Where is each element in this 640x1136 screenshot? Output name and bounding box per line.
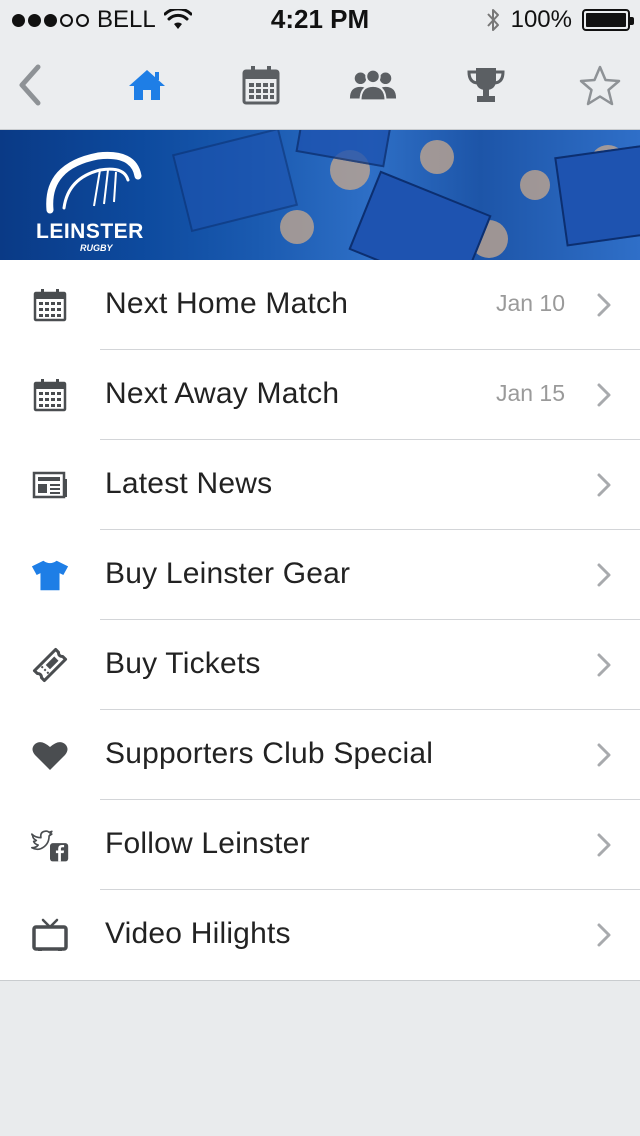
logo-text: LEINSTER — [36, 220, 144, 243]
group-icon — [349, 68, 397, 102]
chevron-right-icon — [597, 563, 611, 587]
back-button[interactable] — [4, 60, 54, 110]
nav-favorites-button[interactable] — [575, 60, 625, 110]
calendar-icon — [30, 377, 70, 413]
battery-percent: 100% — [510, 6, 572, 33]
menu-item-next-away-match[interactable]: Next Away Match Jan 15 — [0, 350, 640, 440]
menu-item-label: Buy Leinster Gear — [105, 557, 351, 590]
menu-item-label: Buy Tickets — [105, 647, 261, 680]
chevron-right-icon — [597, 833, 611, 857]
star-icon — [579, 65, 621, 106]
chevron-right-icon — [597, 293, 611, 317]
leinster-harp-icon — [46, 151, 142, 214]
ticket-icon — [30, 647, 70, 683]
calendar-icon — [242, 66, 280, 105]
menu-item-label: Video Hilights — [105, 917, 291, 950]
leinster-logo: LEINSTER RUGBY — [30, 148, 150, 253]
home-icon — [129, 70, 165, 100]
hero-banner: LEINSTER RUGBY — [0, 130, 640, 260]
menu-item-buy-leinster-gear[interactable]: Buy Leinster Gear — [0, 530, 640, 620]
chevron-right-icon — [597, 383, 611, 407]
tv-icon — [30, 917, 70, 953]
menu-item-date: Jan 10 — [495, 290, 565, 316]
menu-item-latest-news[interactable]: Latest News — [0, 440, 640, 530]
top-nav-bar — [0, 40, 640, 130]
chevron-right-icon — [597, 653, 611, 677]
calendar-icon — [30, 287, 70, 323]
battery-icon — [582, 9, 634, 31]
menu-item-label: Latest News — [105, 467, 273, 500]
nav-team-button[interactable] — [348, 60, 398, 110]
chevron-right-icon — [597, 923, 611, 947]
menu-item-next-home-match[interactable]: Next Home Match Jan 10 — [0, 260, 640, 350]
jersey-icon — [30, 557, 70, 593]
heart-icon — [30, 737, 70, 773]
nav-home-button[interactable] — [122, 60, 172, 110]
menu-item-label: Follow Leinster — [105, 827, 310, 860]
menu-item-follow-leinster[interactable]: Follow Leinster — [0, 800, 640, 890]
nav-trophy-button[interactable] — [461, 60, 511, 110]
status-right: 100% — [485, 6, 634, 34]
menu-item-video-hilights[interactable]: Video Hilights — [0, 890, 640, 980]
menu-item-label: Supporters Club Special — [105, 737, 434, 770]
newspaper-icon — [30, 467, 70, 503]
chevron-right-icon — [597, 743, 611, 767]
menu-item-label: Next Away Match — [105, 377, 340, 410]
main-menu-list: Next Home Match Jan 10 Next Away Match J… — [0, 260, 640, 981]
chevron-right-icon — [597, 473, 611, 497]
menu-item-supporters-club-special[interactable]: Supporters Club Special — [0, 710, 640, 800]
menu-item-date: Jan 15 — [495, 380, 565, 406]
menu-item-label: Next Home Match — [105, 287, 349, 320]
status-bar: BELL 4:21 PM 100% — [0, 0, 640, 40]
trophy-icon — [467, 68, 505, 102]
menu-item-buy-tickets[interactable]: Buy Tickets — [0, 620, 640, 710]
nav-calendar-button[interactable] — [236, 60, 286, 110]
logo-subtext: RUGBY — [80, 243, 113, 253]
bluetooth-icon — [486, 9, 499, 31]
twitter-facebook-icon — [30, 827, 70, 863]
back-chevron-icon — [19, 64, 41, 106]
